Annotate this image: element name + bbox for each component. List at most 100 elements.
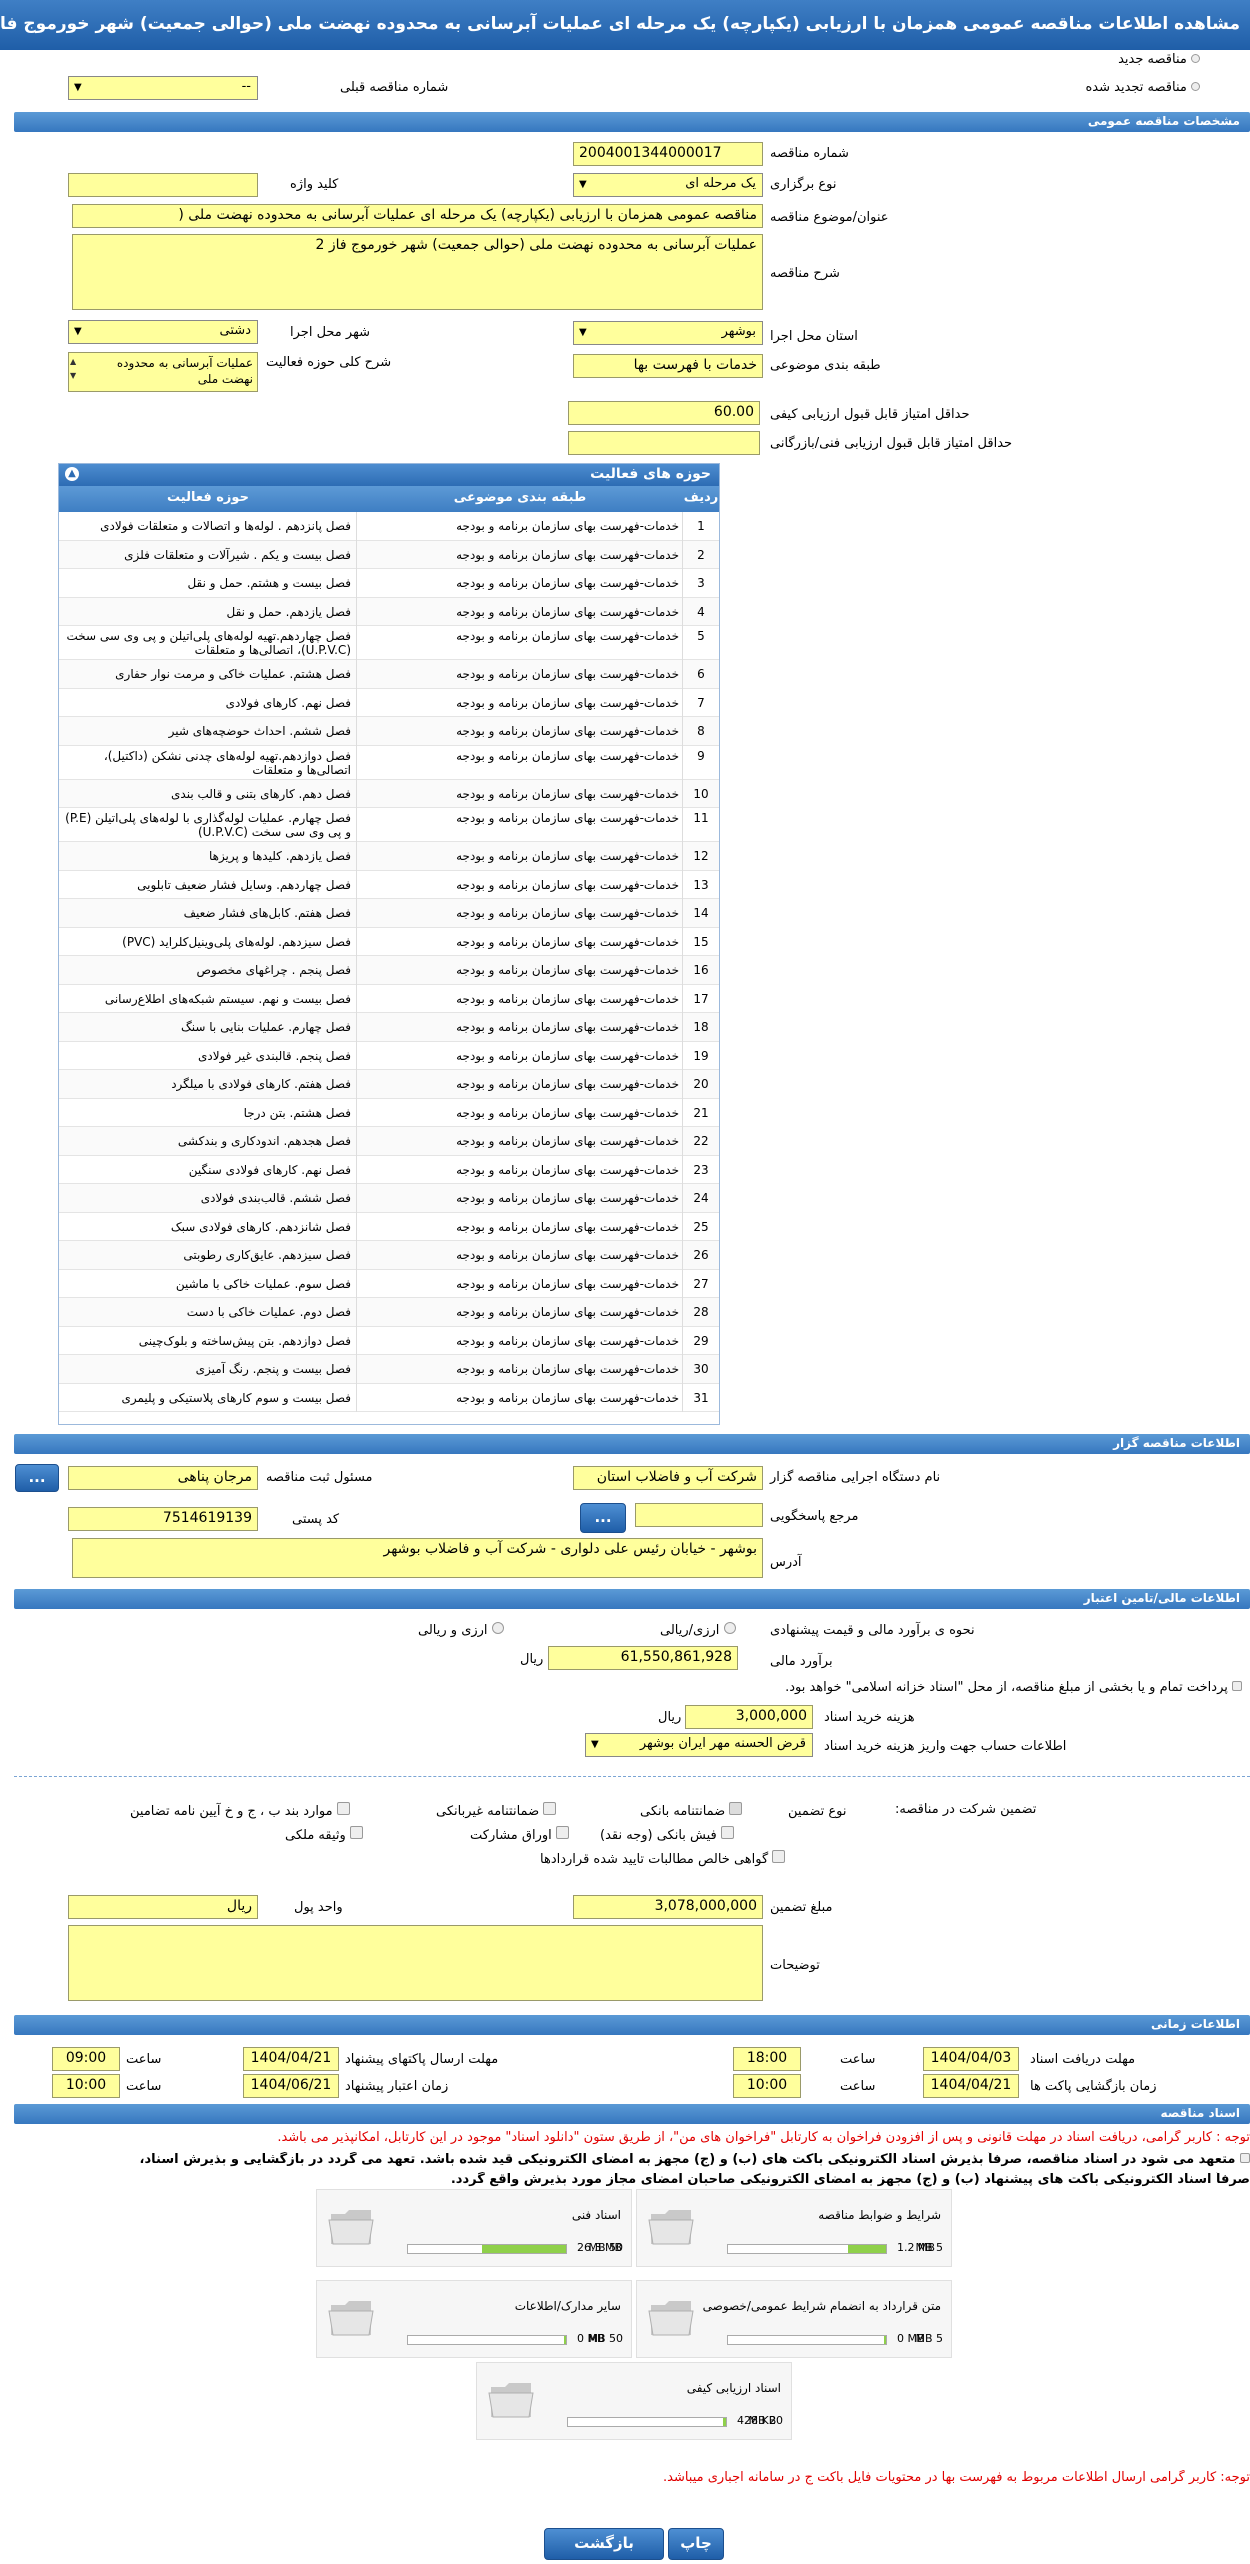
row-activity: فصل چهاردهم. وسایل فشار ضعیف تابلویی [137, 877, 351, 892]
row-category: خدمات-فهرست بهای سازمان برنامه و بودجه [456, 1020, 679, 1034]
table-row: 11 خدمات-فهرست بهای سازمان برنامه و بودجه… [59, 808, 719, 842]
back-button[interactable]: بازگشت [544, 2528, 664, 2560]
g-claims-checkbox[interactable] [772, 1850, 786, 1863]
doc-fee-field[interactable]: 3,000,000 [685, 1705, 813, 1729]
prev-number-select[interactable]: -- ▼ [68, 76, 258, 100]
print-button[interactable]: چاپ [668, 2528, 724, 2560]
g-nonbank[interactable]: ضمانتنامه غیربانکی [436, 1802, 557, 1819]
g-nonbank-checkbox[interactable] [543, 1802, 557, 1815]
g-bonds[interactable]: اوراق مشارکت [470, 1826, 569, 1843]
org-field[interactable]: شرکت آب و فاضلاب استان [573, 1466, 763, 1490]
address-field[interactable]: بوشهر - خیابان رئیس علی دلواری - شرکت آب… [72, 1538, 763, 1578]
tender-type-select[interactable]: یک مرحله ای ▼ [573, 173, 763, 197]
document-current-size: 26.3 MB [577, 2241, 623, 2254]
row-category: خدمات-فهرست بهای سازمان برنامه و بودجه [456, 1362, 679, 1376]
unit-field[interactable]: ریال [68, 1895, 258, 1919]
treasury-checkbox[interactable] [1232, 1681, 1242, 1691]
opt-rial-radio[interactable] [723, 1622, 736, 1634]
new-tender-radio[interactable] [1191, 54, 1200, 63]
collapse-icon[interactable]: ▲ [65, 467, 79, 481]
scroll-arrows-icon[interactable]: ▲ ▼ [70, 355, 76, 383]
registrar-lookup-button[interactable]: ... [15, 1464, 59, 1492]
opt-fx-rial-radio[interactable] [491, 1622, 504, 1634]
row-activity: فصل پانزدهم . لوله‌ها و اتصالات و متعلقا… [100, 519, 351, 533]
folder-icon [648, 2210, 694, 2245]
open-date-field[interactable]: 1404/04/21 [923, 2074, 1019, 2098]
submit-date-field[interactable]: 1404/04/21 [243, 2047, 339, 2071]
description-field[interactable]: عملیات آبرسانی به محدوده نهضت ملی (حوالی… [72, 234, 763, 310]
ref-field[interactable] [635, 1503, 763, 1527]
opt-fx-rial-label: ارزی و ریالی [418, 1623, 488, 1638]
row-activity: فصل شانزدهم. کارهای فولادی سبک [170, 1219, 351, 1234]
scope-list[interactable]: عملیات آبرسانی به محدوده نهضت ملی [68, 352, 258, 392]
document-box[interactable]: سایر مدارک/اطلاعات 50 MB 0 MB [316, 2280, 632, 2358]
document-progress-fill [564, 2336, 566, 2344]
valid-time-label: ساعت [126, 2079, 162, 2094]
min-quality-field[interactable]: 60.00 [568, 401, 760, 425]
new-tender-option[interactable]: مناقصه جدید [1118, 52, 1200, 67]
row-number: 24 [693, 1191, 709, 1205]
column-divider [356, 512, 357, 1412]
row-number: 29 [693, 1333, 709, 1348]
g-bank[interactable]: ضمانتنامه بانکی [640, 1802, 743, 1819]
table-row: 10 خدمات-فهرست بهای سازمان برنامه و بودجه… [59, 779, 719, 808]
g-bank-checkbox[interactable] [729, 1802, 743, 1815]
g-property-checkbox[interactable] [349, 1826, 363, 1839]
table-row: 14 خدمات-فهرست بهای سازمان برنامه و بودجه… [59, 899, 719, 928]
row-activity: فصل یازدهم. حمل و نقل [226, 604, 352, 619]
document-box[interactable]: شرایط و ضوابط مناقصه 5 MB 1.2 MB [636, 2189, 952, 2267]
valid-time-field[interactable]: 10:00 [52, 2074, 120, 2098]
renewed-tender-radio[interactable] [1191, 82, 1200, 91]
g-check-checkbox[interactable] [720, 1826, 734, 1839]
document-progress [407, 2335, 567, 2345]
document-box[interactable]: اسناد فنی 50 MB 26.3 MB [316, 2189, 632, 2267]
row-number: 7 [697, 695, 705, 710]
open-time-label: ساعت [840, 2079, 876, 2094]
row-category: خدمات-فهرست بهای سازمان برنامه و بودجه [456, 724, 679, 738]
account-select[interactable]: قرض الحسنه مهر ایران بوشهر ▼ [585, 1733, 813, 1757]
city-select[interactable]: دشتی ▼ [68, 320, 258, 344]
commitment-checkbox[interactable] [1240, 2153, 1250, 2163]
subject-field[interactable]: مناقصه عمومی همزمان با ارزیابی (یکپارچه)… [72, 204, 763, 228]
keyword-field[interactable] [68, 173, 258, 197]
row-category: خدمات-فهرست بهای سازمان برنامه و بودجه [456, 1162, 679, 1177]
opt-rial[interactable]: ارزی/ریالی [660, 1622, 736, 1638]
table-row: 20 خدمات-فهرست بهای سازمان برنامه و بودجه… [59, 1070, 719, 1099]
city-label: شهر محل اجرا [290, 325, 370, 340]
renewed-tender-option[interactable]: مناقصه تجدید شده [1085, 80, 1200, 95]
document-box[interactable]: اسناد ارزیابی کیفی 20 MB 428 KB [476, 2362, 792, 2440]
category-field[interactable]: خدمات با فهرست بها [573, 354, 763, 378]
min-tech-field[interactable] [568, 431, 760, 455]
row-category: خدمات-فهرست بهای سازمان برنامه و بودجه [456, 1276, 679, 1291]
opt-fx-rial[interactable]: ارزی و ریالی [418, 1622, 504, 1638]
row-activity: فصل دوازدهم. بتن پیش‌ساخته و بلوک‌چینی [138, 1333, 351, 1348]
guarantee-amount-field[interactable]: 3,078,000,000 [573, 1895, 763, 1919]
province-select[interactable]: بوشهر ▼ [573, 321, 763, 345]
commitment-note-1: متعهد می شود در اسناد مناقصه، صرفاً بذیر… [0, 2152, 1250, 2167]
g-bylaw[interactable]: موارد بند ب ، ج و خ آیین نامه تضامین [130, 1802, 350, 1819]
open-time-field[interactable]: 10:00 [733, 2074, 801, 2098]
g-bonds-checkbox[interactable] [555, 1826, 569, 1839]
ref-lookup-button[interactable]: ... [580, 1503, 626, 1533]
submit-time-field[interactable]: 09:00 [52, 2047, 120, 2071]
prev-number-value: -- [241, 79, 251, 94]
row-number: 30 [693, 1362, 709, 1376]
chevron-down-icon: ▼ [579, 327, 587, 338]
g-bylaw-checkbox[interactable] [336, 1802, 350, 1815]
estimate-field[interactable]: 61,550,861,928 [548, 1646, 738, 1670]
g-check[interactable]: فیش بانکی (وجه نقد) [600, 1826, 734, 1843]
table-row: 7 خدمات-فهرست بهای سازمان برنامه و بودجه ف… [59, 688, 719, 717]
registrar-field[interactable]: مرجان پناهی [68, 1466, 258, 1490]
min-tech-label: حداقل امتیاز قابل قبول ارزیابی فنی/بازرگ… [770, 436, 1013, 451]
receive-time-field[interactable]: 18:00 [733, 2047, 801, 2071]
g-claims[interactable]: گواهی خالص مطالبات تایید شده قراردادها [540, 1850, 786, 1867]
tender-number-field[interactable]: 2004001344000017 [573, 142, 763, 166]
postal-field[interactable]: 7514619139 [68, 1507, 258, 1531]
chevron-down-icon: ▼ [74, 326, 82, 337]
document-box[interactable]: متن قرارداد به انضمام شرایط عمومی/خصوصی 5… [636, 2280, 952, 2358]
receive-date-field[interactable]: 1404/04/03 [923, 2047, 1019, 2071]
g-property-label: وثیقه ملکی [285, 1828, 346, 1843]
g-property[interactable]: وثیقه ملکی [285, 1826, 363, 1843]
notes-field[interactable] [68, 1925, 763, 2001]
valid-date-field[interactable]: 1404/06/21 [243, 2074, 339, 2098]
